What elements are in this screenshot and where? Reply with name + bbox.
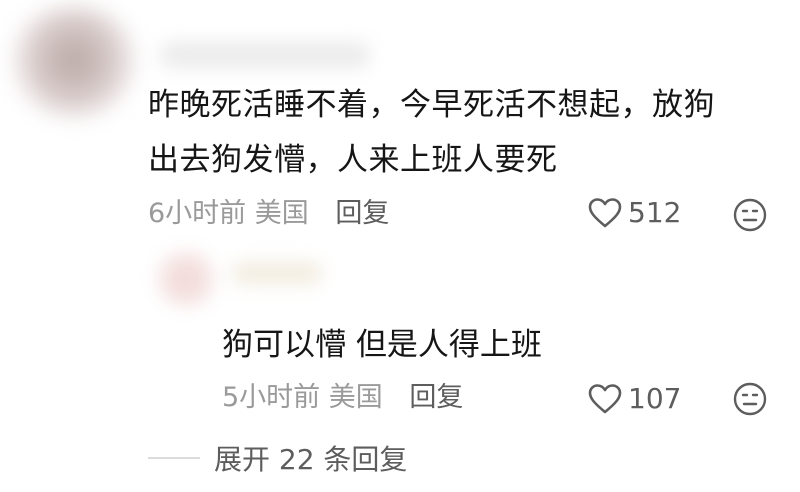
- avatar-reply[interactable]: [150, 248, 222, 310]
- expand-replies-label: 展开 22 条回复: [214, 443, 408, 476]
- comment-like-button[interactable]: 512: [588, 196, 681, 229]
- neutral-face-icon[interactable]: [733, 382, 767, 416]
- reply-like-count: 107: [628, 382, 682, 415]
- avatar-comment[interactable]: [10, 6, 138, 118]
- comment-text: 昨晚死活睡不着，今早死活不想起，放狗 出去狗发懵，人来上班人要死: [148, 78, 788, 188]
- reply-text: 狗可以懵 但是人得上班: [222, 327, 542, 363]
- reply-location: 美国: [328, 382, 383, 413]
- username-reply-blurred[interactable]: [232, 262, 322, 284]
- reply-time: 5小时前: [222, 382, 321, 413]
- comment-text-line1: 昨晚死活睡不着，今早死活不想起，放狗: [148, 87, 715, 123]
- comment-time: 6小时前: [148, 198, 247, 229]
- comment-like-count: 512: [628, 196, 682, 229]
- expand-replies-button[interactable]: 展开 22 条回复: [148, 438, 407, 478]
- reply-meta: 5小时前 美国 回复: [222, 378, 463, 418]
- heart-outline-icon: [588, 197, 622, 227]
- comment-text-line2: 出去狗发懵，人来上班人要死: [148, 142, 558, 178]
- username-comment-blurred[interactable]: [160, 42, 370, 68]
- comment-location: 美国: [254, 198, 309, 229]
- neutral-face-icon[interactable]: [733, 198, 767, 232]
- comment-meta: 6小时前 美国 回复: [148, 194, 389, 234]
- reply-reply-button[interactable]: 回复: [409, 382, 463, 413]
- reply-like-button[interactable]: 107: [588, 382, 681, 415]
- heart-outline-icon: [588, 383, 622, 413]
- expand-divider: [148, 457, 200, 459]
- comment-reply-button[interactable]: 回复: [335, 198, 389, 229]
